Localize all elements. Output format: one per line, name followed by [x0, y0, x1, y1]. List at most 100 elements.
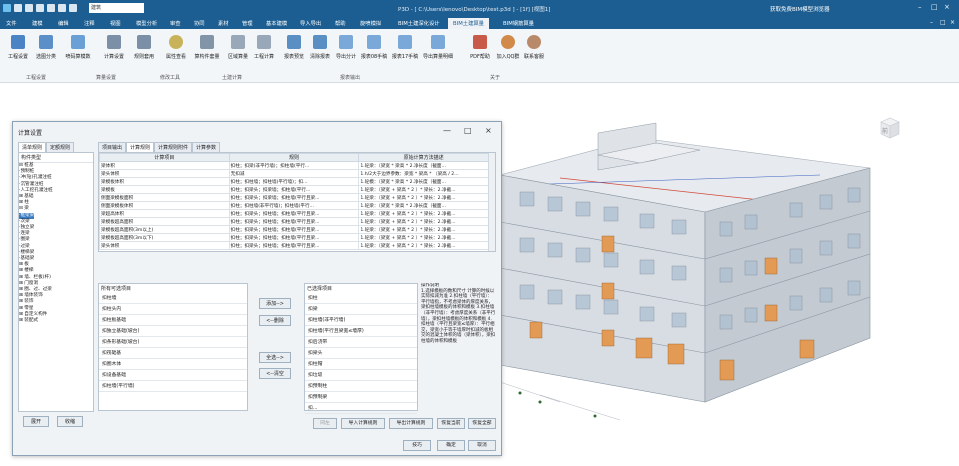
free-viewer-link[interactable]: 获取免费BIM模型浏览器 [770, 5, 830, 13]
redo-icon[interactable] [69, 4, 77, 12]
list-item[interactable]: 扣柱墙 [99, 293, 247, 304]
menu-basic-model[interactable]: 基本建模 [266, 19, 287, 27]
export-rules-button[interactable]: 导出计算规则 [389, 418, 433, 429]
table-row[interactable]: 梁模板超高面积 扣柱；扣梁头；扣柱墙；扣柱墙(平行且梁... 1.砼梁：（梁宽 + … [99, 217, 489, 226]
table-row[interactable]: 梁模板超高面积(3m以上) 扣柱；扣梁头；扣柱墙；扣柱墙(平行且梁... 1.砼梁：… [99, 225, 489, 234]
clear-all-button[interactable]: <--清空 [259, 368, 291, 379]
save-icon[interactable] [36, 4, 44, 12]
menu-file[interactable]: 文件 [6, 19, 17, 27]
table-row[interactable]: 侧面梁模板体积 扣柱；扣柱墙(非平行墙)；扣柱墙(平行... 1.砼梁：（梁宽 * … [99, 201, 489, 210]
list-item[interactable]: 扣柱帽 [305, 359, 417, 370]
menu-import-export[interactable]: 导入导出 [300, 19, 321, 27]
export-doc-icon [339, 35, 353, 49]
list-item[interactable]: 扣柱墙(平行且梁宽≤墙厚) [305, 326, 417, 337]
restore-current-button[interactable]: 恢复当前 [437, 418, 465, 429]
list-item[interactable]: 扣预制梁 [305, 392, 417, 403]
menu-bim-rebar[interactable]: BIM钢筋算量 [503, 19, 534, 27]
menu-material[interactable]: 素材 [218, 19, 229, 27]
tree-node[interactable]: ⊞ 装配式 [19, 318, 93, 324]
menu-bim-quantity[interactable]: BIM土建算量 [448, 18, 489, 29]
spray-count-button[interactable]: 喷码算模数 [60, 31, 96, 71]
select-all-button[interactable]: 全选--> [259, 352, 291, 363]
import-rules-button[interactable]: 导入计算规则 [341, 418, 385, 429]
view-cube-face-label: 前 [882, 128, 889, 135]
add-item-button[interactable]: 添加--> [259, 298, 291, 309]
list-item[interactable]: 扣设备基础 [99, 370, 247, 381]
table-scrollbar[interactable] [488, 153, 495, 251]
maximize-button[interactable]: □ [931, 3, 938, 11]
cancel-button[interactable]: 取消 [468, 440, 496, 451]
component-tree[interactable]: 构件类型 ⊟ 桩基 ·预制桩 ·冲(钻)孔灌注桩 ·沉管灌注桩 ·人工挖孔灌注桩… [18, 152, 94, 412]
table-cell: 无扣减 [228, 169, 360, 178]
list-item[interactable]: 扣柱墙(非平行墙) [305, 315, 417, 326]
list-item[interactable]: 扣垃圾 [305, 370, 417, 381]
list-item[interactable]: 扣圈木体 [99, 359, 247, 370]
table-row[interactable]: 梁头体积 无扣减 1.h/2大于边界参数：梁宽 * 梁高 * （梁高 / 2... [99, 169, 489, 178]
available-items-list[interactable]: 扣柱墙 扣柱头内 扣柱板基础 扣独立基础(坡台) 扣条形基础(坡台) 扣筏础基 扣圈木体 扣设… [99, 293, 247, 392]
list-item[interactable]: 扣柱墙(平行墙) [99, 381, 247, 392]
table-row[interactable]: 梁模板 扣柱；扣梁头；扣梁墙；扣柱墙(平行... 1.砼梁：（梁宽 + 梁高 * 2… [99, 185, 489, 194]
ok-button[interactable]: 确定 [437, 440, 465, 451]
table-row[interactable]: 梁模板超高面积(3m以下) 扣柱；扣梁头；扣柱墙；扣柱墙(平行且梁... 1.砼梁：… [99, 233, 489, 242]
menu-view[interactable]: 视图 [110, 19, 121, 27]
dialog-maximize-button[interactable]: □ [464, 126, 472, 135]
menu-annotate[interactable]: 注释 [84, 19, 95, 27]
rule-apply-button[interactable]: 规则套用 [126, 31, 162, 71]
undo-icon[interactable] [58, 4, 66, 12]
menu-jet-sim[interactable]: 旋喷模拟 [360, 19, 381, 27]
dialog-close-button[interactable]: × [485, 126, 492, 135]
remove-item-button[interactable]: <--删除 [259, 315, 291, 326]
menu-collab[interactable]: 协同 [194, 19, 205, 27]
export-detail-button[interactable]: 导出算量明细 [420, 31, 456, 71]
menu-analysis[interactable]: 模型分析 [136, 19, 157, 27]
tips-button[interactable]: 技巧 [403, 440, 431, 451]
list-item[interactable]: 扣独立基础(坡台) [99, 326, 247, 337]
menu-help[interactable]: 帮助 [335, 19, 346, 27]
menu-review[interactable]: 审查 [170, 19, 181, 27]
list-item[interactable]: 扣... [305, 403, 417, 414]
ribbon-close[interactable]: × [950, 19, 955, 26]
view-cube[interactable]: 前 [877, 115, 903, 141]
dialog-minimize-button[interactable]: — [443, 126, 451, 135]
selected-items-label: 已选择项目 [307, 286, 333, 292]
list-item[interactable]: 扣条形基础(坡台) [99, 337, 247, 348]
same-left-button[interactable]: 同左 [313, 418, 337, 429]
rules-table[interactable]: 计算项目 规则 原始计算方法描述 梁体积 扣柱；扣梁(非平行墙)；扣柱墙(平行..… [98, 152, 496, 252]
table-cell: 1.砼梁：（梁宽 + 梁高 * 2 ）* 梁长：2.净截... [358, 233, 489, 242]
restore-all-button[interactable]: 恢复全部 [468, 418, 496, 429]
list-item[interactable]: 扣柱板基础 [99, 315, 247, 326]
new-file-icon[interactable] [14, 4, 22, 12]
minimize-button[interactable]: – [918, 3, 922, 11]
expand-button[interactable]: 展开 [23, 416, 49, 427]
close-button[interactable]: × [944, 3, 950, 11]
collapse-button[interactable]: 收缩 [57, 416, 83, 427]
ribbon-restore[interactable]: □ [940, 19, 946, 26]
list-item[interactable]: 扣预制柱 [305, 381, 417, 392]
list-item[interactable]: 扣梁 [305, 304, 417, 315]
app-logo-icon[interactable] [3, 4, 11, 12]
table-row[interactable]: 梁体积 扣柱；扣梁(非平行墙)；扣柱墙(平行... 1.砼梁：（梁宽 * 梁高 * … [99, 161, 489, 170]
list-item[interactable]: 扣后浇带 [305, 337, 417, 348]
table-cell: 1.砼梁：（梁宽 + 梁高 * 2 ）* 梁长：2.净截... [358, 217, 489, 226]
discipline-select[interactable]: 建筑 [89, 3, 144, 13]
open-file-icon[interactable] [25, 4, 33, 12]
list-item[interactable]: 扣柱 [305, 293, 417, 304]
drawing-classify-button[interactable]: 选图分类 [28, 31, 64, 71]
contact-support-button[interactable]: 联系客服 [516, 31, 552, 71]
menu-edit[interactable]: 编辑 [58, 19, 69, 27]
dialog-title: 计算设置 [18, 130, 43, 137]
menu-manage[interactable]: 管理 [242, 19, 253, 27]
table-row[interactable]: 梁超高体积 扣柱；扣梁头；扣柱墙；扣柱墙(平行且梁... 1.砼梁：（梁宽 + 梁高… [99, 209, 489, 218]
menu-bim-deepen[interactable]: BIM土建深化设计 [398, 19, 440, 27]
list-item[interactable]: 扣梁头 [305, 348, 417, 359]
ribbon-minimize[interactable]: – [930, 19, 933, 26]
table-row[interactable]: 梁模板体积 扣柱；扣柱墙；扣柱墙(平行墙)；扣... 1.砼模：（梁宽 * 梁高 *… [99, 177, 489, 186]
report17-button[interactable]: 报表17手稿 [387, 31, 423, 71]
list-item[interactable]: 扣筏础基 [99, 348, 247, 359]
list-item[interactable]: 扣柱头内 [99, 304, 247, 315]
menu-model[interactable]: 建模 [32, 19, 43, 27]
table-row[interactable]: 侧面梁模板面积 扣柱；扣梁头；扣梁墙；扣柱墙(平行且梁... 1.砼梁：（梁宽 + … [99, 193, 489, 202]
selected-items-list[interactable]: 扣柱 扣梁 扣柱墙(非平行墙) 扣柱墙(平行且梁宽≤墙厚) 扣后浇带 扣梁头 扣柱帽 扣垃圾扣… [305, 293, 417, 414]
print-icon[interactable] [47, 4, 55, 12]
table-row[interactable]: 梁头体积 扣柱；扣梁头；扣柱墙；扣柱墙(平行且梁... 1.砼梁：（梁宽 + 梁高 … [99, 241, 489, 250]
